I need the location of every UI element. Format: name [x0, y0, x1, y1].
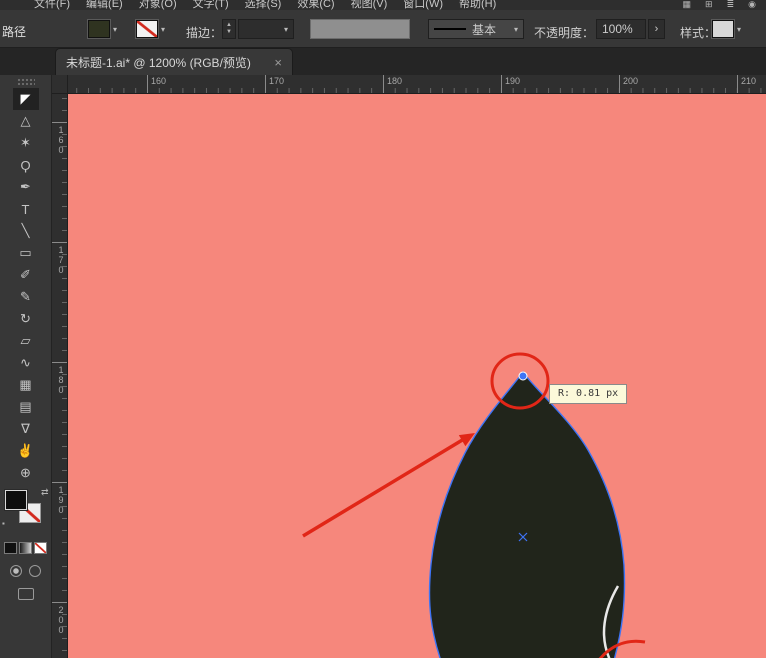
rotate-tool[interactable]: ↻: [13, 308, 39, 330]
zoom-tool[interactable]: ⊕: [13, 462, 39, 484]
pen-tool[interactable]: ✒: [13, 176, 39, 198]
screen-mode-button[interactable]: [18, 588, 34, 600]
chevron-down-icon: ▾: [514, 25, 518, 34]
menu-help[interactable]: 帮助(H): [451, 0, 504, 10]
document-title: 未标题-1.ai* @ 1200% (RGB/预览): [66, 54, 266, 71]
workspace-icon[interactable]: ≣: [727, 0, 735, 9]
stroke-weight-stepper[interactable]: ▲ ▼: [222, 19, 236, 39]
opacity-input[interactable]: 100%: [596, 19, 646, 39]
mesh-tool[interactable]: ▦: [13, 374, 39, 396]
line-segment-tool[interactable]: ╲: [13, 220, 39, 242]
graphic-style-dropdown[interactable]: 基本 ▾: [428, 19, 524, 39]
hruler-label: 210: [737, 75, 756, 93]
control-bar: 路径 ▾ ▾ 描边： ▲ ▼ ▾ 基本 ▾ 不透明度： 100% ›: [0, 10, 766, 48]
rectangle-tool[interactable]: ▭: [13, 242, 39, 264]
chevron-down-icon: ▾: [284, 25, 288, 34]
width-tool[interactable]: ∿: [13, 352, 39, 374]
draw-normal-button[interactable]: [10, 565, 22, 577]
menu-select[interactable]: 选择(S): [237, 0, 290, 10]
lasso-tool[interactable]: Ϙ: [13, 154, 39, 176]
cc-icon[interactable]: ◉: [748, 0, 756, 9]
eyedropper-tool[interactable]: ∇: [13, 418, 39, 440]
draw-behind-button[interactable]: [29, 565, 41, 577]
teardrop-shape[interactable]: [429, 372, 624, 658]
none-mode-button[interactable]: [34, 542, 47, 554]
fill-color-indicator[interactable]: [5, 490, 27, 510]
hruler-label: 200: [619, 75, 638, 93]
measurement-tooltip: R: 0.81 px: [549, 384, 627, 404]
chevron-right-icon: ›: [655, 23, 659, 35]
tab-close-icon[interactable]: ×: [266, 55, 282, 70]
paint-mode-row: [0, 542, 51, 554]
grid-icon[interactable]: ⊞: [705, 0, 713, 9]
menubar: 文件(F) 编辑(E) 对象(O) 文字(T) 选择(S) 效果(C) 视图(V…: [0, 0, 766, 10]
canvas[interactable]: R: 0.81 px: [68, 94, 766, 658]
stroke-preview-line: [434, 28, 466, 30]
vruler-label: 160: [52, 122, 67, 155]
illustrator-window: 文件(F) 编辑(E) 对象(O) 文字(T) 选择(S) 效果(C) 视图(V…: [0, 0, 766, 658]
type-tool[interactable]: T: [13, 198, 39, 220]
document-tab[interactable]: 未标题-1.ai* @ 1200% (RGB/预览) ×: [55, 48, 293, 75]
direct-selection-tool[interactable]: △: [13, 110, 39, 132]
vruler-label: 190: [52, 482, 67, 515]
magic-wand-tool[interactable]: ✶: [13, 132, 39, 154]
hruler-label: 180: [383, 75, 402, 93]
tools-panel: ◤ △ ✶ Ϙ ✒ T ╲ ▭ ✐ ✎ ↻ ▱ ∿ ▦ ▤ ∇ ✌ ⊕ ⇄ ▪: [0, 75, 52, 658]
color-mode-button[interactable]: [4, 542, 17, 554]
vruler-label: 170: [52, 242, 67, 275]
opacity-label: 不透明度：: [534, 24, 594, 41]
ruler-origin-corner[interactable]: [52, 75, 68, 94]
spin-up-icon[interactable]: ▲: [226, 22, 232, 29]
default-fill-stroke-icon[interactable]: ▪: [2, 519, 5, 528]
chevron-down-icon: ▾: [113, 25, 117, 34]
menu-type[interactable]: 文字(T): [185, 0, 237, 10]
gradient-tool[interactable]: ▤: [13, 396, 39, 418]
stroke-none-swatch: [136, 20, 158, 38]
main-region: ◤ △ ✶ Ϙ ✒ T ╲ ▭ ✐ ✎ ↻ ▱ ∿ ▦ ▤ ∇ ✌ ⊕ ⇄ ▪: [0, 75, 766, 658]
brush-definition-dropdown-disabled: [310, 19, 410, 39]
stroke-color-dropdown[interactable]: ▾: [136, 19, 165, 39]
menu-effect[interactable]: 效果(C): [289, 0, 342, 10]
chevron-down-icon: ▾: [161, 25, 165, 34]
vruler-label: 180: [52, 362, 67, 395]
arrange-documents-icon[interactable]: ▦: [683, 0, 692, 9]
hruler-label: 160: [147, 75, 166, 93]
chevron-down-icon: ▾: [737, 25, 741, 34]
pencil-tool[interactable]: ✎: [13, 286, 39, 308]
stroke-label: 描边：: [186, 24, 222, 41]
fill-swatch: [88, 20, 110, 38]
style-dropdown[interactable]: ▾: [712, 19, 741, 39]
hand-tool[interactable]: ✌: [13, 440, 39, 462]
fill-stroke-control: ⇄ ▪: [0, 490, 51, 534]
opacity-expand-button[interactable]: ›: [648, 19, 665, 39]
menu-file[interactable]: 文件(F): [26, 0, 78, 10]
hruler-label: 170: [265, 75, 284, 93]
opacity-value: 100%: [602, 22, 633, 36]
paintbrush-tool[interactable]: ✐: [13, 264, 39, 286]
document-area: 160 170 180 190 200 210 160 170 180 190 …: [52, 75, 766, 658]
stroke-weight-dropdown[interactable]: ▾: [238, 19, 294, 39]
selection-tool[interactable]: ◤: [13, 88, 39, 110]
drawing-mode-row: [0, 565, 51, 577]
menu-edit[interactable]: 编辑(E): [78, 0, 131, 10]
spin-down-icon[interactable]: ▼: [226, 29, 232, 36]
style-swatch: [712, 20, 734, 38]
stroke-style-value: 基本: [472, 21, 496, 38]
menu-object[interactable]: 对象(O): [131, 0, 185, 10]
hruler-label: 190: [501, 75, 520, 93]
menu-window[interactable]: 窗口(W): [395, 0, 451, 10]
vruler-label: 200: [52, 602, 67, 635]
fill-color-dropdown[interactable]: ▾: [88, 19, 117, 39]
panel-grip[interactable]: [17, 78, 35, 85]
document-tab-bar: 未标题-1.ai* @ 1200% (RGB/预览) ×: [0, 48, 766, 75]
panel-context-label: 路径: [2, 23, 26, 40]
scale-tool[interactable]: ▱: [13, 330, 39, 352]
corner-anchor-point[interactable]: [519, 372, 527, 380]
style-label: 样式：: [680, 24, 716, 41]
vertical-ruler[interactable]: 160 170 180 190 200: [52, 94, 68, 658]
swap-fill-stroke-icon[interactable]: ⇄: [41, 487, 49, 498]
gradient-mode-button[interactable]: [19, 542, 32, 554]
menu-view[interactable]: 视图(V): [343, 0, 396, 10]
horizontal-ruler[interactable]: 160 170 180 190 200 210: [68, 75, 766, 94]
